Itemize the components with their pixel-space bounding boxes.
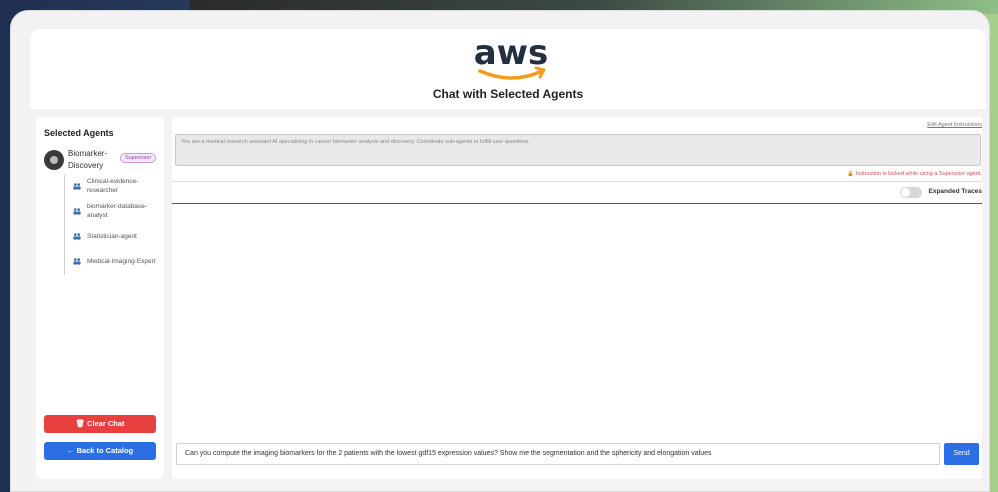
sub-agent-item[interactable]: Statistician-agent (65, 225, 160, 247)
sub-agent-list: Clinical-evidence-researcher biomarker-d… (64, 175, 160, 275)
back-to-catalog-button[interactable]: ← Back to Catalog (44, 442, 156, 460)
trash-icon: 🗑 (75, 419, 88, 428)
sub-agent-name: Statistician-agent (87, 232, 137, 240)
clear-chat-button[interactable]: 🗑 Clear Chat (44, 415, 156, 433)
people-icon (73, 232, 81, 240)
app-window: aws Chat with Selected Agents Selected A… (30, 29, 986, 487)
people-icon (73, 182, 81, 190)
aws-logo: aws (470, 33, 552, 87)
agent-avatar-icon (44, 150, 64, 170)
content-area: Selected Agents Biomarker-Discovery Supe… (30, 109, 986, 487)
supervisor-agent-name[interactable]: Biomarker-Discovery (68, 148, 118, 172)
sub-agent-name: Clinical-evidence-researcher (87, 178, 139, 194)
divider (172, 203, 982, 204)
sidebar-title: Selected Agents (44, 128, 114, 138)
aws-smile-icon (478, 66, 546, 80)
edit-instructions-link[interactable]: Edit Agent Instructions (927, 122, 982, 128)
lock-note: 🔒 Instruction is locked while using a Su… (847, 171, 982, 177)
chat-panel: Edit Agent Instructions You are a medica… (172, 117, 982, 479)
supervisor-badge: Supervisor (120, 153, 157, 163)
header: aws Chat with Selected Agents (30, 29, 986, 109)
send-button[interactable]: Send (944, 443, 979, 465)
sub-agent-item[interactable]: Medical-Imaging-Expert (65, 250, 160, 272)
people-icon (73, 257, 81, 265)
sub-agent-name: Medical-Imaging-Expert (87, 257, 156, 265)
page-title: Chat with Selected Agents (432, 87, 584, 101)
instructions-field[interactable]: You are a medical research assistant AI … (175, 134, 981, 166)
people-icon (73, 207, 81, 215)
expanded-traces-label: Expanded Traces (928, 188, 982, 195)
sub-agent-item[interactable]: Clinical-evidence-researcher (65, 175, 160, 197)
chat-input[interactable]: Can you compute the imaging biomarkers f… (176, 443, 940, 465)
divider (172, 181, 982, 182)
sub-agent-item[interactable]: biomarker-database-analyst (65, 200, 160, 222)
expanded-traces-toggle[interactable] (900, 187, 922, 198)
clear-chat-label: Clear Chat (87, 419, 125, 428)
sub-agent-name: biomarker-database-analyst (87, 203, 147, 219)
sidebar: Selected Agents Biomarker-Discovery Supe… (36, 117, 164, 479)
chat-messages-area (172, 205, 982, 437)
